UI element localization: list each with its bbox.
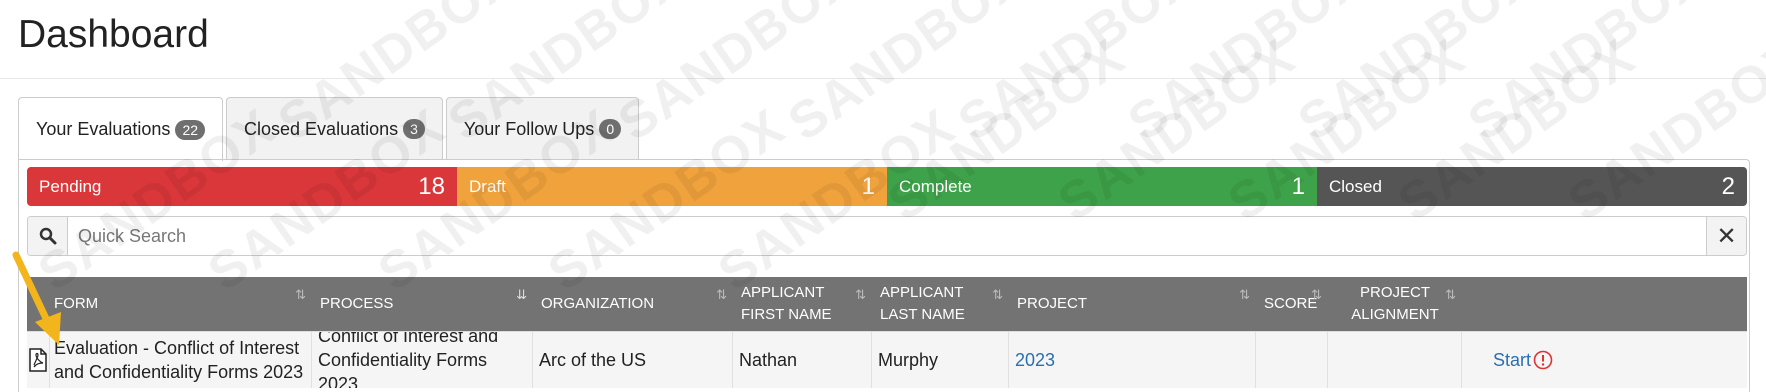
sort-icon: ⇅ [716,287,727,302]
column-header-process[interactable]: Process ⇊ [312,277,533,331]
column-header-applicant-first-name[interactable]: Applicant First Name ⇅ [733,277,872,331]
cell-process: Conflict of Interest and Confidentiality… [312,332,533,388]
page-header: Dashboard [0,0,1766,79]
search-input[interactable] [68,217,1706,255]
column-header-form[interactable]: Form ⇅ [50,277,312,331]
evaluations-table: Form ⇅ Process ⇊ Organization ⇅ Applicant F… [27,277,1747,388]
column-header-actions [1462,277,1555,331]
sort-icon: ⇅ [855,287,866,302]
status-pending[interactable]: Pending 18 [27,167,457,206]
column-header-label: Applicant Last Name [880,284,965,323]
column-header-project-alignment[interactable]: Project Alignment ⇅ [1328,277,1462,331]
status-count: 2 [1721,172,1735,200]
cell-form: Evaluation - Conflict of Interest and Co… [50,332,312,388]
status-draft[interactable]: Draft 1 [457,167,887,206]
tab-closed-evaluations[interactable]: Closed Evaluations 3 [226,97,443,160]
column-header-label: Project Alignment [1351,284,1439,323]
cell-organization: Arc of the US [533,332,733,388]
evaluations-panel: Pending 18 Draft 1 Complete 1 Closed 2 ✕… [18,159,1750,392]
start-button[interactable]: Start [1493,348,1531,372]
count-badge: 3 [403,119,425,139]
page-title: Dashboard [18,13,209,56]
sort-icon: ⇅ [1445,287,1456,302]
sort-desc-icon: ⇊ [516,287,527,302]
table-header: Form ⇅ Process ⇊ Organization ⇅ Applicant F… [27,277,1747,331]
sort-icon: ⇅ [992,287,1003,302]
count-badge: 22 [175,119,206,140]
tab-label: Your Evaluations [36,119,171,139]
column-header-organization[interactable]: Organization ⇅ [533,277,733,331]
tab-your-follow-ups[interactable]: Your Follow Ups 0 [445,97,640,160]
status-complete[interactable]: Complete 1 [887,167,1317,206]
status-label: Complete [899,176,972,196]
tab-bar: Your Evaluations 22 Closed Evaluations 3… [18,97,640,161]
column-header-applicant-last-name[interactable]: Applicant Last Name ⇅ [872,277,1009,331]
sort-icon: ⇅ [1239,287,1250,302]
column-header-label: Process [320,295,394,312]
table-row[interactable]: Evaluation - Conflict of Interest and Co… [27,331,1747,388]
column-header-project[interactable]: Project ⇅ [1009,277,1256,331]
cell-applicant-first-name: Nathan [733,332,872,388]
cell-score [1256,332,1328,388]
quick-search: ✕ [27,216,1747,256]
clear-search-button[interactable]: ✕ [1706,217,1746,255]
status-count: 1 [861,172,875,200]
tab-label: Your Follow Ups [463,118,595,139]
sort-icon: ⇅ [1311,287,1322,302]
project-link[interactable]: 2023 [1015,348,1055,372]
status-label: Closed [1329,176,1382,196]
column-header-label: Project [1017,295,1088,312]
tab-your-evaluations[interactable]: Your Evaluations 22 [18,97,224,161]
status-closed[interactable]: Closed 2 [1317,167,1747,206]
sort-icon: ⇅ [295,287,306,302]
cell-actions: Start [1462,332,1555,388]
status-bar: Pending 18 Draft 1 Complete 1 Closed 2 [27,167,1747,206]
count-badge: 0 [599,119,622,139]
tab-label: Closed Evaluations [244,118,399,139]
status-label: Pending [39,176,102,196]
column-header-label: Applicant First Name [741,284,832,323]
column-header-label: Organization [541,295,655,312]
column-header-label: Score [1264,295,1318,312]
status-count: 18 [418,172,445,200]
column-header-score[interactable]: Score ⇅ [1256,277,1328,331]
cell-project: 2023 [1009,332,1256,388]
status-count: 1 [1291,172,1305,200]
cell-applicant-last-name: Murphy [872,332,1009,388]
pointer-arrow-icon [12,251,61,345]
status-label: Draft [469,176,506,196]
alert-icon [1533,350,1553,370]
cell-project-alignment [1328,332,1462,388]
